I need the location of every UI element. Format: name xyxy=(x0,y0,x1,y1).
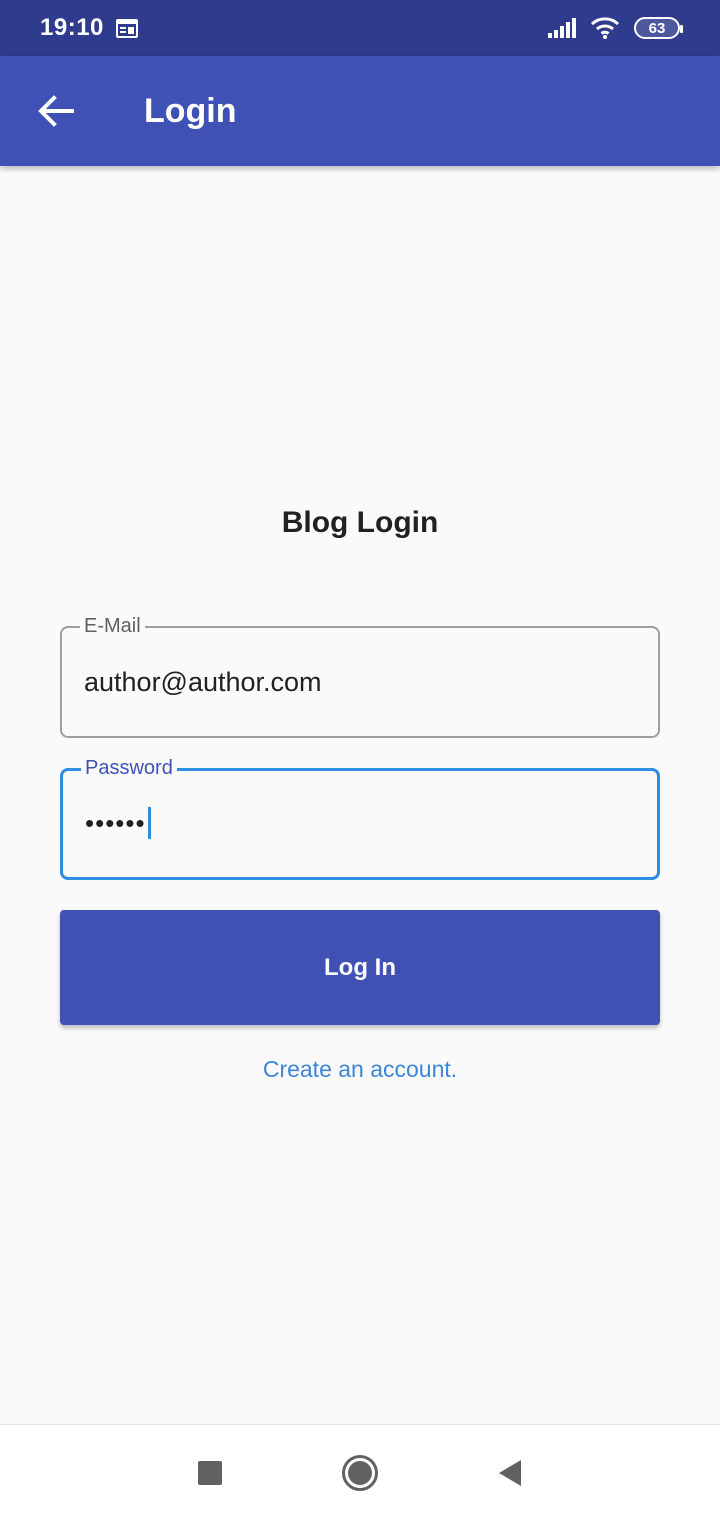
arrow-back-icon xyxy=(38,95,74,127)
password-value: •••••• xyxy=(85,807,146,838)
system-navigation-bar xyxy=(0,1424,720,1520)
recents-button[interactable] xyxy=(160,1425,260,1520)
password-field[interactable]: Password •••••• xyxy=(60,756,660,880)
status-bar: 19:10 63 xyxy=(0,0,720,56)
email-value: author@author.com xyxy=(84,666,322,697)
login-screen: 19:10 63 Login Blog Login E-Mail author@… xyxy=(0,0,720,1520)
battery-icon: 63 xyxy=(634,17,683,39)
status-time: 19:10 xyxy=(40,14,104,41)
cellular-signal-icon xyxy=(548,18,576,38)
login-button-label: Log In xyxy=(324,953,396,981)
triangle-back-icon xyxy=(499,1459,521,1486)
email-field-label: E-Mail xyxy=(80,614,145,638)
square-recents-icon xyxy=(198,1460,222,1485)
app-bar: Login xyxy=(0,56,720,166)
create-account-link[interactable]: Create an account. xyxy=(0,1056,720,1083)
wifi-icon xyxy=(590,17,620,39)
system-back-button[interactable] xyxy=(460,1425,560,1520)
email-input[interactable]: author@author.com xyxy=(84,664,636,700)
battery-level: 63 xyxy=(648,19,666,37)
calendar-icon xyxy=(115,19,138,38)
back-button[interactable] xyxy=(20,75,92,147)
circle-home-icon xyxy=(342,1454,378,1491)
email-field[interactable]: E-Mail author@author.com xyxy=(60,614,660,738)
password-input[interactable]: •••••• xyxy=(85,805,635,841)
text-cursor xyxy=(147,807,151,839)
page-title: Blog Login xyxy=(281,506,439,539)
app-bar-title: Login xyxy=(144,91,237,130)
status-indicators: 63 xyxy=(548,17,683,39)
home-button[interactable] xyxy=(310,1425,410,1520)
login-button[interactable]: Log In xyxy=(60,910,660,1025)
password-field-label: Password xyxy=(81,756,177,780)
